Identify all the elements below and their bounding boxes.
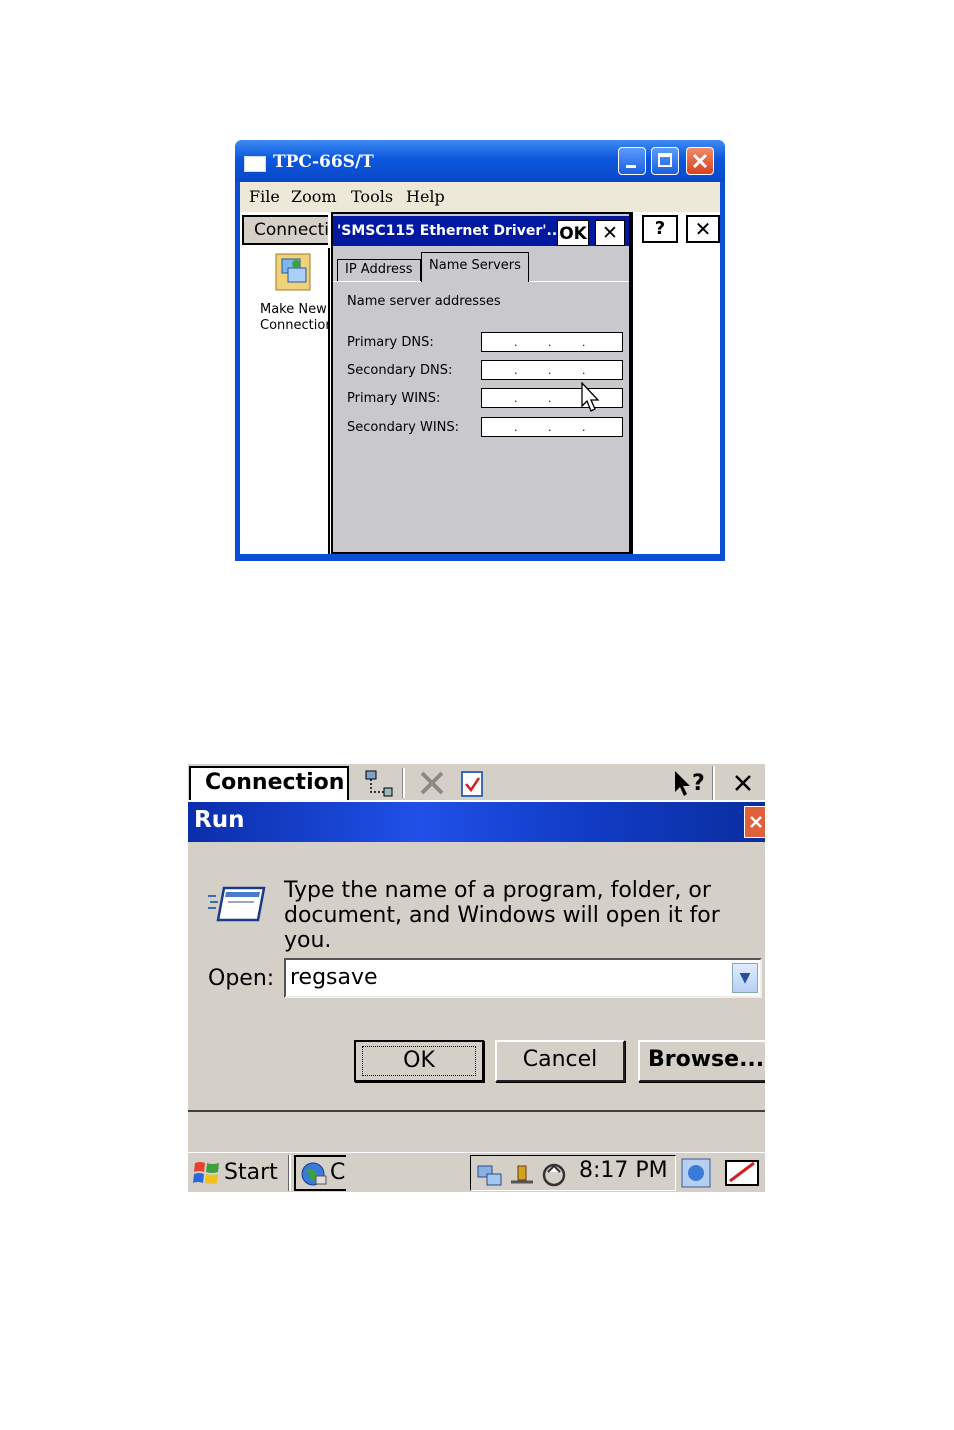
- ethernet-driver-dialog: 'SMSC115 Ethernet Driver'... OK ✕ IP Add…: [331, 212, 631, 554]
- close-icon[interactable]: [725, 768, 761, 798]
- run-title: Run: [194, 807, 245, 833]
- make-new-connection-label[interactable]: Make New Connection: [260, 302, 330, 334]
- run-dialog-body: Type the name of a program, folder, or d…: [188, 842, 765, 1112]
- input-panel-icon[interactable]: [724, 1157, 760, 1189]
- close-window-button[interactable]: [686, 147, 714, 175]
- start-button[interactable]: Start: [188, 1155, 288, 1191]
- tab-ip-address[interactable]: IP Address: [337, 259, 421, 281]
- secondary-dns-label: Secondary DNS:: [347, 363, 453, 378]
- window-title-bar[interactable]: TPC-66S/T: [235, 140, 725, 182]
- run-description: Type the name of a program, folder, or d…: [284, 878, 720, 953]
- tab-name-servers[interactable]: Name Servers: [421, 252, 529, 282]
- primary-wins-label: Primary WINS:: [347, 391, 441, 406]
- menu-file[interactable]: File: [249, 187, 280, 206]
- secondary-wins-label: Secondary WINS:: [347, 420, 460, 435]
- mouse-pointer-icon: [581, 382, 600, 412]
- connection-tab[interactable]: Connection: [189, 766, 349, 800]
- ok-button-label: OK: [362, 1046, 476, 1076]
- cancel-button[interactable]: Cancel: [495, 1040, 625, 1082]
- close-icon: [692, 153, 708, 169]
- secondary-wins-input[interactable]: ...: [481, 417, 623, 437]
- dialog-title: 'SMSC115 Ethernet Driver'...: [337, 223, 563, 239]
- minimize-icon: [626, 165, 636, 168]
- chevron-down-icon[interactable]: ▼: [732, 963, 758, 993]
- browse-button[interactable]: Browse...: [638, 1040, 765, 1082]
- device-screen: Connections ? ✕ Make New Connection 'SMS…: [240, 212, 720, 554]
- run-dialog-screen: Connection ? Run Type the name of a prog…: [188, 764, 765, 1192]
- taskbar-item-label: C: [330, 1160, 346, 1185]
- close-button[interactable]: ✕: [686, 215, 720, 243]
- command-bar: Connection ?: [188, 764, 765, 800]
- open-input-value[interactable]: regsave: [290, 965, 378, 990]
- dialog-title-bar: 'SMSC115 Ethernet Driver'... OK ✕: [333, 216, 629, 246]
- help-button[interactable]: ?: [642, 215, 678, 243]
- run-icon: [208, 886, 266, 922]
- dialog-close-button[interactable]: ✕: [595, 220, 625, 246]
- desktop-area: [188, 1112, 765, 1152]
- properties-icon[interactable]: [454, 768, 490, 798]
- network-connect-icon[interactable]: [360, 768, 396, 798]
- run-close-button[interactable]: [744, 806, 765, 838]
- emulator-window: TPC-66S/T File Zoom Tools Help Connectio…: [235, 140, 725, 561]
- divider: [328, 248, 330, 554]
- make-new-connection-icon[interactable]: [274, 250, 314, 294]
- toolbar-separator: [402, 768, 405, 798]
- open-combobox[interactable]: regsave ▼: [284, 958, 762, 998]
- windows-logo-icon: [193, 1162, 219, 1184]
- primary-dns-input[interactable]: ...: [481, 332, 623, 352]
- sync-icon[interactable]: [539, 1160, 569, 1190]
- maximize-button[interactable]: [651, 147, 679, 175]
- start-label: Start: [224, 1160, 278, 1185]
- menu-zoom[interactable]: Zoom: [291, 187, 337, 206]
- menu-tools[interactable]: Tools: [351, 187, 393, 206]
- window-icon: [244, 156, 266, 172]
- maximize-icon: [658, 153, 672, 167]
- dialog-ok-button[interactable]: OK: [557, 220, 589, 246]
- menu-help[interactable]: Help: [406, 187, 445, 206]
- usb-connection-icon[interactable]: [507, 1160, 537, 1190]
- desktop-icon[interactable]: [680, 1157, 712, 1189]
- toolbar-separator: [712, 766, 715, 800]
- primary-dns-label: Primary DNS:: [347, 335, 434, 350]
- menu-bar: File Zoom Tools Help: [240, 182, 720, 212]
- svg-text:?: ?: [692, 771, 705, 796]
- taskbar: Start C 8:17 PM: [188, 1152, 765, 1192]
- clock[interactable]: 8:17 PM: [579, 1158, 668, 1183]
- open-label: Open:: [208, 966, 275, 991]
- window-title: TPC-66S/T: [273, 152, 374, 172]
- secondary-dns-input[interactable]: ...: [481, 360, 623, 380]
- primary-wins-input[interactable]: ...: [481, 388, 623, 408]
- divider: [631, 212, 633, 554]
- system-tray: 8:17 PM: [470, 1155, 676, 1191]
- run-title-bar: Run: [188, 802, 765, 842]
- globe-icon: [301, 1162, 327, 1186]
- connections-tab[interactable]: Connections: [242, 215, 328, 245]
- network-icon[interactable]: [475, 1160, 505, 1190]
- name-server-heading: Name server addresses: [347, 294, 501, 309]
- minimize-button[interactable]: [618, 147, 646, 175]
- taskbar-item-connections[interactable]: C: [294, 1155, 346, 1191]
- ok-button[interactable]: OK: [354, 1040, 484, 1082]
- close-icon: [750, 816, 762, 828]
- taskbar-separator: [288, 1155, 291, 1191]
- whats-this-help-icon[interactable]: ?: [672, 768, 708, 798]
- delete-icon[interactable]: [414, 768, 450, 798]
